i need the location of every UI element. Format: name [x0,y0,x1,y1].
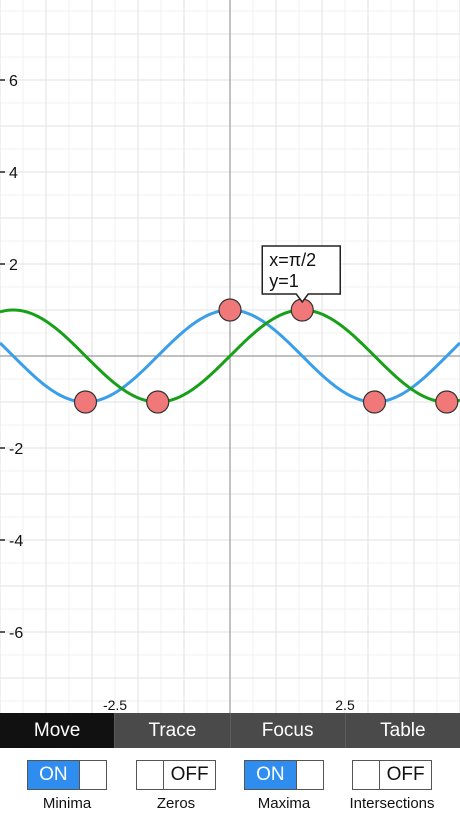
zeros-toggle-blank [137,761,165,789]
tab-trace[interactable]: Trace [114,713,229,748]
extremum-marker [218,298,242,322]
y-tick-label: -6 [9,625,23,642]
intersections-toggle-state: OFF [386,764,425,785]
mode-tab-bar: Move Trace Focus Table [0,713,460,748]
extremum-marker [435,390,459,414]
extremum-marker [73,390,98,414]
graph-canvas[interactable]: 6 4 2 -2 -4 -6 -2.5 2.5 x=π/2y=1 [0,0,460,713]
minima-toggle-group: ON Minima [12,760,122,812]
y-tick-label: 6 [9,73,18,90]
x-tick-label: -2.5 [103,697,127,713]
minima-label: Minima [42,795,92,812]
maxima-toggle-blank [295,761,323,789]
tab-table[interactable]: Table [344,713,460,748]
y-tick-label: 4 [9,165,18,182]
y-tick-label: -4 [9,533,23,550]
y-tick-label: 2 [9,257,18,274]
minima-toggle-state: ON [28,761,79,789]
feature-toggle-panel: ON Minima OFF Zeros ON Maxima OFF Inters… [0,748,460,818]
intersections-toggle[interactable]: OFF [352,760,432,790]
extremum-marker [362,390,387,414]
zeros-label: Zeros [156,795,196,812]
maxima-toggle-group: ON Maxima [229,760,339,812]
minima-toggle[interactable]: ON [27,760,107,790]
x-tick-label: 2.5 [335,697,355,713]
zeros-toggle-state: OFF [170,764,209,785]
minima-toggle-blank [78,761,106,789]
maxima-label: Maxima [257,795,311,812]
maxima-toggle[interactable]: ON [244,760,324,790]
annotation-x-value: x=π/2 [269,250,316,270]
annotation-y-value: y=1 [269,271,299,291]
tab-move[interactable]: Move [0,713,115,748]
tab-focus[interactable]: Focus [229,713,345,748]
zeros-toggle-group: OFF Zeros [121,760,231,812]
y-tick-label: -2 [9,441,23,458]
maxima-toggle-state: ON [245,761,296,789]
intersections-label: Intersections [349,795,435,812]
zeros-toggle[interactable]: OFF [136,760,216,790]
intersections-toggle-group: OFF Intersections [337,760,447,812]
intersections-toggle-blank [353,761,381,789]
extremum-marker [146,390,170,414]
